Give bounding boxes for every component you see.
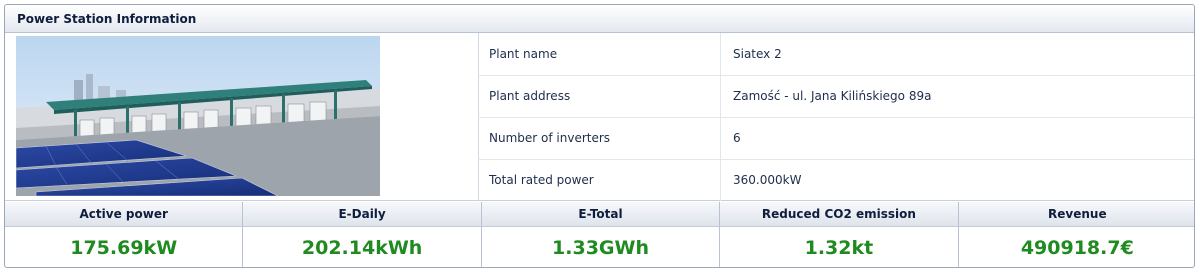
stat-value: 1.32kt	[804, 236, 874, 259]
stat-label: E-Total	[481, 202, 720, 227]
stat-label: Reduced CO2 emission	[720, 202, 958, 227]
stat-label: E-Daily	[243, 202, 481, 227]
stat-active-power: Active power 175.69kW	[5, 202, 244, 267]
plant-address-value: Zamość - ul. Jana Kilińskiego 89a	[720, 75, 1194, 118]
solar-plant-image	[16, 36, 380, 196]
stat-revenue: Revenue 490918.7€	[958, 202, 1194, 267]
rated-power-value: 360.000kW	[733, 173, 802, 188]
stat-e-total: E-Total 1.33GWh	[481, 202, 721, 267]
plant-name-value: Siatex 2	[720, 33, 1194, 76]
inverters-value: 6	[720, 117, 1194, 160]
plant-info-table: Plant name Siatex 2 Plant address Zamość…	[478, 33, 1195, 201]
stat-e-daily: E-Daily 202.14kWh	[243, 202, 482, 267]
plant-address-label: Plant address	[478, 75, 721, 118]
panel-title: Power Station Information	[17, 11, 197, 26]
plant-name-label: Plant name	[478, 33, 721, 76]
info-row-plant-address: Plant address Zamość - ul. Jana Kiliński…	[478, 75, 1194, 118]
panel-header: Power Station Information	[5, 5, 1194, 33]
stat-co2: Reduced CO2 emission 1.32kt	[720, 202, 959, 267]
stats-bar: Active power 175.69kW E-Daily 202.14kWh …	[5, 202, 1194, 267]
plant-info-section: Plant name Siatex 2 Plant address Zamość…	[5, 33, 1194, 201]
stat-value: 1.33GWh	[552, 236, 649, 259]
stat-value: 202.14kWh	[301, 236, 423, 259]
stat-value: 175.69kW	[70, 236, 178, 259]
inverters-label: Number of inverters	[478, 117, 721, 160]
stat-label: Revenue	[958, 202, 1194, 227]
info-row-rated-power: Total rated power 360.000kW	[478, 159, 1195, 201]
info-row-plant-name: Plant name Siatex 2	[478, 33, 1194, 76]
rated-power-label: Total rated power	[478, 159, 721, 201]
plant-photo	[16, 36, 380, 196]
stat-value: 490918.7€	[1020, 236, 1134, 259]
power-station-panel: Power Station Information Plant name Sia…	[4, 4, 1195, 268]
stat-label: Active power	[5, 202, 243, 227]
info-row-inverters: Number of inverters 6	[478, 117, 1194, 160]
